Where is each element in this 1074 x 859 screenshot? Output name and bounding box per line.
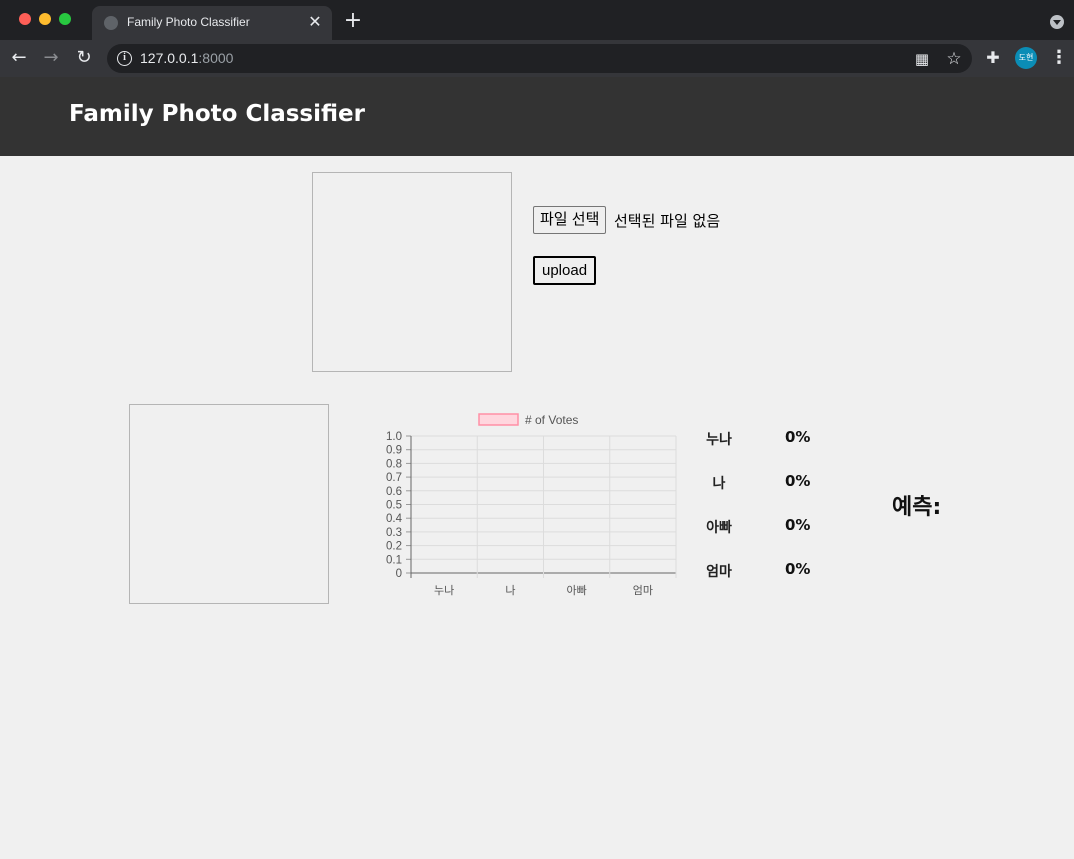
browser-tabstrip: Family Photo Classifier ✕ + xyxy=(0,0,1074,40)
tab-search-icon[interactable] xyxy=(1050,15,1064,29)
value-mom: 0% xyxy=(785,560,811,578)
y-tick-label: 1.0 xyxy=(386,431,402,443)
image-preview-box xyxy=(312,172,512,372)
label-dad: 아빠 xyxy=(706,520,732,536)
bookmark-star-icon[interactable]: ☆ xyxy=(944,49,964,69)
minimize-window-button[interactable] xyxy=(39,13,51,25)
x-tick-label: 나 xyxy=(505,584,515,597)
file-status-text: 선택된 파일 없음 xyxy=(614,212,721,230)
extensions-puzzle-icon[interactable]: ✚ xyxy=(984,49,1002,67)
x-tick-label: 아빠 xyxy=(567,584,587,597)
y-tick-label: 0.6 xyxy=(386,486,402,498)
close-icon[interactable]: ✕ xyxy=(306,13,324,31)
globe-icon xyxy=(104,16,118,30)
y-tick-label: 0.5 xyxy=(386,500,402,512)
browser-toolbar: ← → ↻ i 127.0.0.1:8000 ▦ ☆ ✚ 도현 ⋮ xyxy=(0,40,1074,77)
value-sister: 0% xyxy=(785,428,811,446)
reload-icon[interactable]: ↻ xyxy=(71,45,97,71)
y-tick-label: 0 xyxy=(396,568,402,580)
x-tick-label: 엄마 xyxy=(633,584,653,597)
label-sister: 누나 xyxy=(706,432,732,448)
y-tick-label: 0.4 xyxy=(386,513,403,525)
more-menu-icon[interactable]: ⋮ xyxy=(1050,48,1068,68)
browser-tab[interactable]: Family Photo Classifier ✕ xyxy=(92,6,332,40)
address-bar[interactable]: i 127.0.0.1:8000 ▦ ☆ xyxy=(107,44,972,73)
y-tick-label: 0.1 xyxy=(386,554,402,566)
upload-button[interactable]: upload xyxy=(533,256,597,285)
url-text[interactable]: 127.0.0.1:8000 xyxy=(140,50,233,66)
value-me: 0% xyxy=(785,472,811,490)
maximize-window-button[interactable] xyxy=(59,13,71,25)
url-port: :8000 xyxy=(198,50,234,66)
forward-arrow-icon[interactable]: → xyxy=(38,45,64,71)
info-icon[interactable]: i xyxy=(117,51,132,66)
result-image-box xyxy=(129,404,329,604)
legend-swatch xyxy=(478,413,519,426)
back-arrow-icon[interactable]: ← xyxy=(6,45,32,71)
new-tab-button[interactable]: + xyxy=(342,10,364,32)
label-me: 나 xyxy=(712,476,726,492)
y-tick-label: 0.8 xyxy=(386,458,402,470)
url-host: 127.0.0.1 xyxy=(140,50,199,66)
profile-avatar[interactable]: 도현 xyxy=(1015,47,1037,69)
page-title: Family Photo Classifier xyxy=(69,101,365,127)
translate-icon[interactable]: ▦ xyxy=(912,49,932,69)
legend-label: # of Votes xyxy=(525,413,578,427)
y-tick-label: 0.2 xyxy=(386,541,402,553)
y-tick-label: 0.9 xyxy=(386,445,402,457)
choose-file-button[interactable]: 파일 선택 xyxy=(533,206,607,234)
y-tick-label: 0.7 xyxy=(386,472,402,484)
close-window-button[interactable] xyxy=(19,13,31,25)
prediction-label: 예측: xyxy=(892,495,942,520)
page-header: Family Photo Classifier xyxy=(0,77,1074,156)
votes-bar-chart: 1.0 0.90.8 0.7 0.6 0.50.4 0.3 0.20.1 0 누나 나 아빠 엄마 # … xyxy=(386,413,677,597)
value-dad: 0% xyxy=(785,516,811,534)
tab-title: Family Photo Classifier xyxy=(127,15,250,29)
y-tick-label: 0.3 xyxy=(386,527,402,539)
x-tick-label: 누나 xyxy=(434,584,454,597)
label-mom: 엄마 xyxy=(706,564,732,580)
